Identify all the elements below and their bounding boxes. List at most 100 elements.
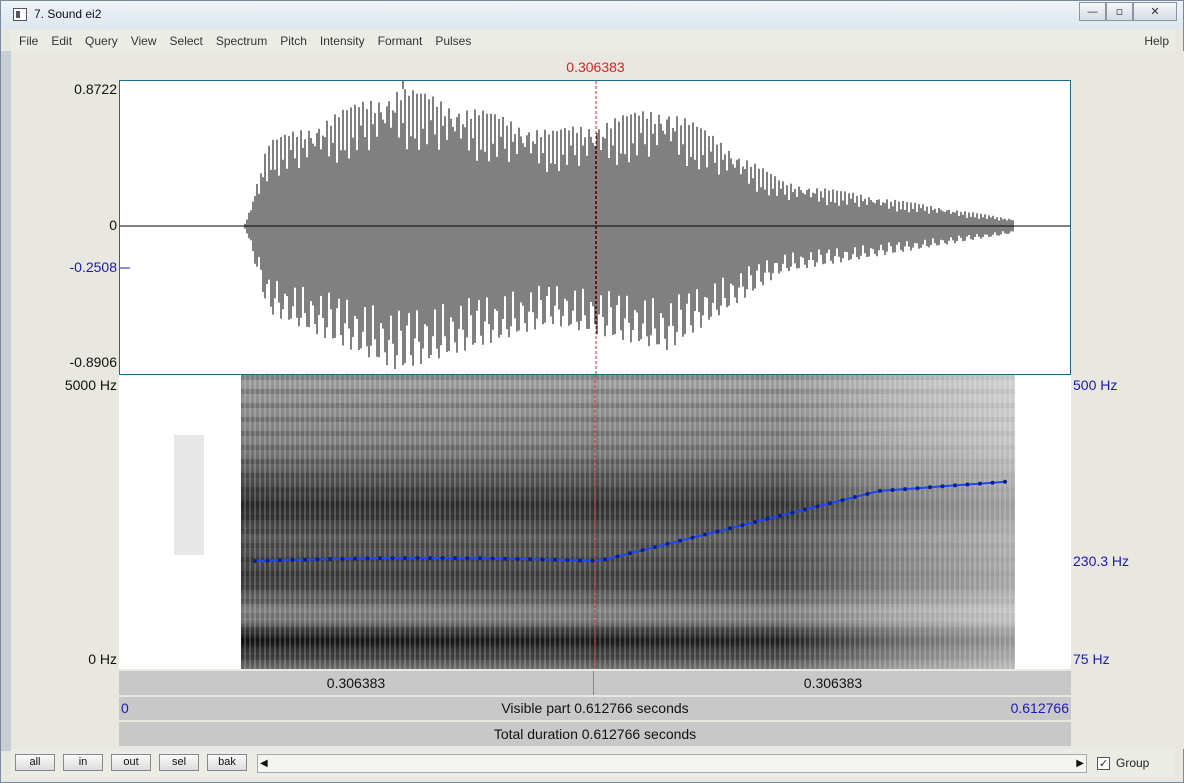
group-checkbox[interactable]: ✓ [1097,756,1110,770]
pitch-point [928,485,932,490]
menu-query[interactable]: Query [77,34,123,48]
bottom-toolbar: all in out sel bak ◀ ▶ ✓ Group [11,749,1175,777]
menu-edit[interactable]: Edit [43,34,77,48]
pitch-point [490,556,495,561]
pitch-point [353,556,357,561]
pitch-point [478,556,482,561]
pitch-point [815,504,820,509]
pitch-point [440,556,445,560]
zoom-selection-button[interactable]: sel [159,754,199,771]
menu-help[interactable]: Help [1144,34,1175,48]
spectrogram-image [241,375,1015,669]
scroll-left-arrow-icon[interactable]: ◀ [260,758,268,769]
pitch-point [503,556,507,561]
pitch-point [453,556,457,561]
pitch-point [653,545,657,549]
waveform-path [244,89,1014,369]
pitch-point [803,507,807,512]
close-button[interactable]: ✕ [1133,2,1177,21]
selection-right-segment[interactable]: 0.306383 [595,671,1071,695]
menu-formant[interactable]: Formant [370,34,428,48]
pitch-point [590,558,595,563]
pitch-point [290,558,295,562]
title-bar: 7. Sound ei2 — ▫ ✕ [1,1,1183,29]
window-icon [13,8,27,21]
pitch-point [253,559,257,563]
pitch-point [628,551,632,556]
horizontal-scrollbar[interactable]: ◀ ▶ [257,754,1087,773]
pitch-point [390,556,395,561]
pitch-point [865,491,870,496]
waveform-trace [244,89,1014,369]
pitch-point [540,557,545,562]
pitch-value-label: 230.3 Hz [1073,553,1130,569]
pitch-point [690,535,695,540]
zoom-all-button[interactable]: all [15,754,55,771]
menu-bar: File Edit Query View Select Spectrum Pit… [11,30,1175,51]
menu-view[interactable]: View [123,34,162,48]
zoom-back-button[interactable]: bak [207,754,247,771]
pitch-point [965,482,970,487]
sound-editor-window: 7. Sound ei2 — ▫ ✕ File Edit Query View … [0,0,1184,783]
right-edge [1175,51,1184,749]
selection-row[interactable]: 0.306383 0.306383 [119,671,1071,695]
pitch-point [753,520,757,524]
pitch-point [1003,479,1007,484]
waveform-cursor-value-label: -0.2508 [69,259,117,275]
pitch-point [553,557,557,562]
total-duration-label: Total duration 0.612766 seconds [493,726,697,742]
window-controls: — ▫ ✕ [1079,2,1177,22]
waveform-ymax-label: 0.8722 [74,81,117,97]
selection-left-segment[interactable]: 0.306383 [119,671,594,695]
pitch-point [465,556,470,561]
group-label: Group [1116,756,1150,770]
pitch-point [840,498,845,503]
pitch-point [428,556,432,560]
pitch-point [715,529,720,534]
pitch-point [615,554,620,559]
pitch-point [978,481,982,486]
spectrogram-panel[interactable] [119,375,1071,669]
spectrogram-top-label: 5000 Hz [64,377,117,393]
pitch-bottom-label: 75 Hz [1073,651,1110,667]
waveform-panel[interactable] [119,80,1071,375]
visible-end-label: 0.612766 [1010,700,1069,716]
pitch-point [565,558,570,563]
pitch-point [265,558,270,563]
pitch-point [315,557,320,562]
waveform-plot [120,81,1070,374]
pitch-point [890,488,895,492]
pitch-point [728,526,732,531]
visible-part-row[interactable]: 0 Visible part 0.612766 seconds 0.612766 [119,697,1071,720]
menu-select[interactable]: Select [162,34,208,48]
zoom-out-button[interactable]: out [111,754,151,771]
visible-part-label: Visible part 0.612766 seconds [501,700,689,716]
pitch-point [828,501,832,506]
pitch-point [940,484,945,489]
pitch-point [778,513,782,518]
pitch-point [378,556,382,561]
zoom-in-button[interactable]: in [63,754,103,771]
pitch-point [740,523,745,528]
pitch-point [415,556,420,560]
pitch-point [640,548,645,553]
pitch-point [528,557,532,562]
minimize-button[interactable]: — [1079,2,1106,21]
left-edge [1,51,11,751]
menu-spectrum[interactable]: Spectrum [208,34,272,48]
menu-pulses[interactable]: Pulses [427,34,476,48]
pitch-point [603,557,607,562]
pitch-point [903,487,907,492]
scroll-right-arrow-icon[interactable]: ▶ [1076,758,1084,769]
menu-pitch[interactable]: Pitch [272,34,312,48]
pitch-point [878,488,882,493]
total-duration-row[interactable]: Total duration 0.612766 seconds [119,722,1071,746]
menu-intensity[interactable]: Intensity [312,34,370,48]
maximize-button[interactable]: ▫ [1106,2,1133,21]
pitch-point [278,558,282,563]
menu-file[interactable]: File [11,34,43,48]
group-toggle[interactable]: ✓ Group [1097,756,1149,770]
noise-patch [174,435,204,555]
pitch-point [515,557,520,561]
pitch-point [665,541,670,546]
